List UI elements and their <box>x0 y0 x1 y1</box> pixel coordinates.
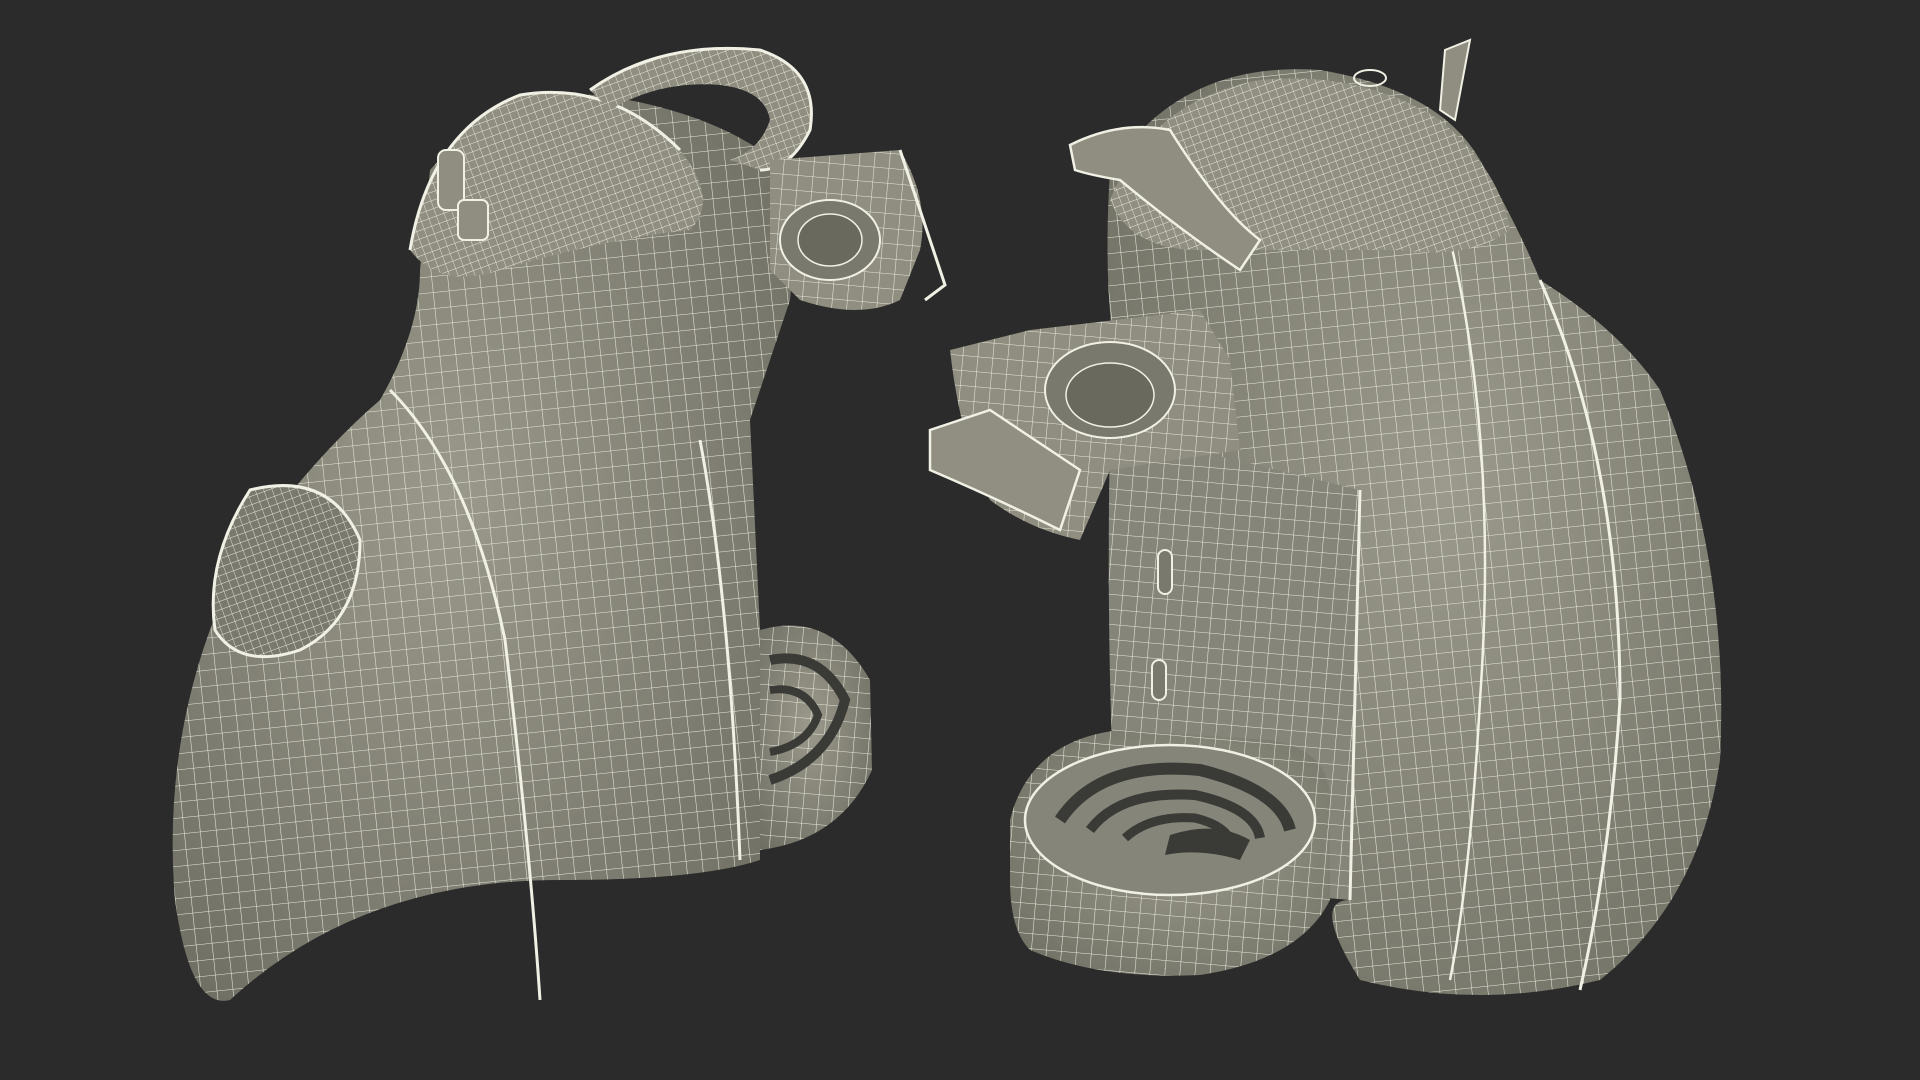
lever-right <box>1438 38 1472 122</box>
render-viewport <box>0 0 1920 1080</box>
coffee-machine-front-view <box>928 38 1722 995</box>
capsule-holder-left <box>770 149 947 310</box>
drip-tray-left <box>760 625 872 850</box>
coffee-machine-rear-view <box>172 46 947 1001</box>
drip-tray-right <box>1010 730 1330 976</box>
indicator-slot-upper <box>1157 549 1173 595</box>
wireframe-scene <box>172 38 1722 1001</box>
indicator-slot-lower <box>1151 659 1167 701</box>
